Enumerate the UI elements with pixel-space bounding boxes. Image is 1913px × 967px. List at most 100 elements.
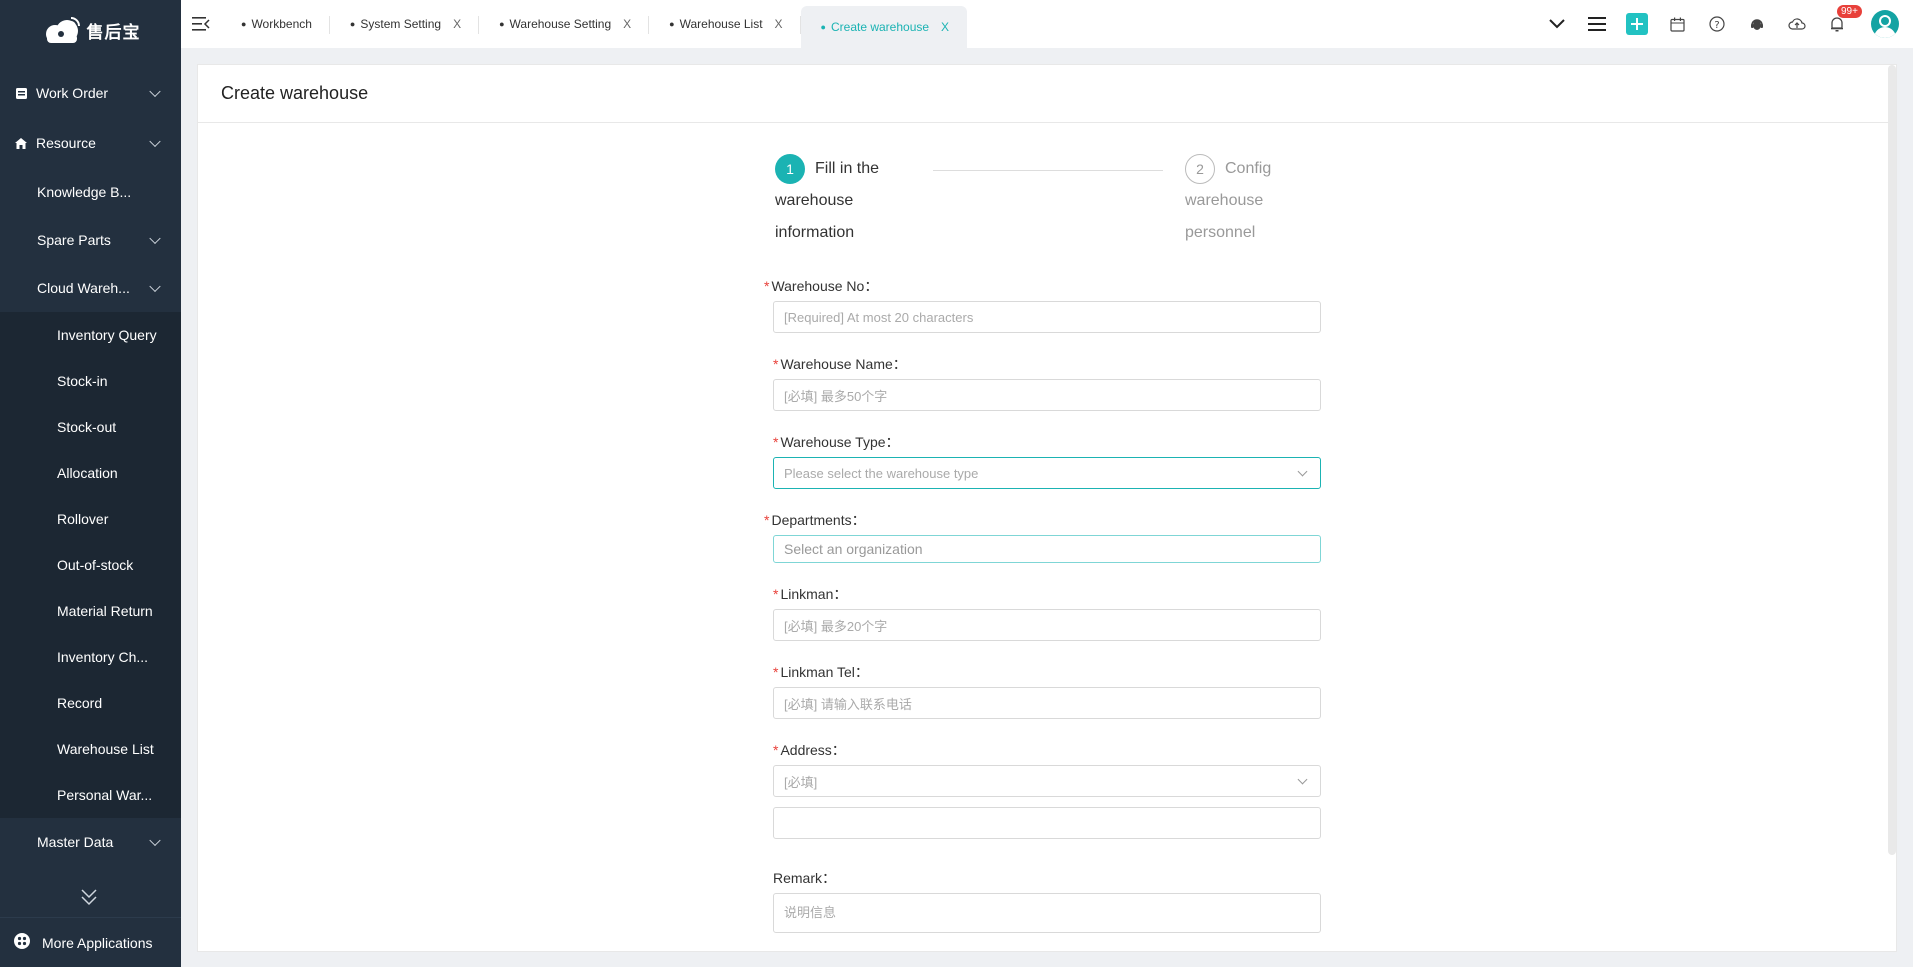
sidebar-item-record[interactable]: Record xyxy=(0,680,181,726)
field-label: * Linkman Tel： xyxy=(764,655,1324,687)
sidebar-item-personal-warehouse[interactable]: Personal War... xyxy=(0,772,181,818)
linkman-input[interactable]: [必填] 最多20个字 xyxy=(773,609,1321,641)
required-mark: * xyxy=(773,434,779,450)
step-title-line: Config xyxy=(1225,160,1272,177)
customer-service-icon[interactable] xyxy=(1737,0,1777,48)
sidebar-item-cloud-warehouse[interactable]: Cloud Wareh... xyxy=(0,264,181,312)
sidebar-item-material-return[interactable]: Material Return xyxy=(0,588,181,634)
tab-system-setting[interactable]: ● System Setting X xyxy=(330,0,480,48)
close-icon[interactable]: X xyxy=(775,17,783,31)
required-mark: * xyxy=(764,512,770,528)
tab-warehouse-setting[interactable]: ● Warehouse Setting X xyxy=(479,0,650,48)
double-chevron-down-icon[interactable] xyxy=(80,887,98,907)
step-number: 2 xyxy=(1185,153,1215,184)
clipboard-icon xyxy=(14,86,28,100)
field-warehouse-name: * Warehouse Name： [必填] 最多50个字 xyxy=(764,347,1324,411)
sidebar-item-out-of-stock[interactable]: Out-of-stock xyxy=(0,542,181,588)
more-applications-button[interactable]: More Applications xyxy=(0,917,181,967)
sidebar-item-label: Warehouse List xyxy=(57,741,154,757)
field-remark: Remark： 说明信息 xyxy=(764,861,1324,933)
warehouse-no-input[interactable]: [Required] At most 20 characters xyxy=(773,301,1321,333)
sidebar-nav: Work Order Resource Knowledge B... Spare… xyxy=(0,68,181,866)
address-detail-input[interactable] xyxy=(773,807,1321,839)
sidebar-item-label: Inventory Query xyxy=(57,327,157,343)
sidebar-item-stock-out[interactable]: Stock-out xyxy=(0,404,181,450)
tab-warehouse-list[interactable]: ● Warehouse List X xyxy=(649,0,801,48)
sidebar-item-warehouse-list[interactable]: Warehouse List xyxy=(0,726,181,772)
sidebar-item-label: Allocation xyxy=(57,465,118,481)
vertical-scrollbar[interactable] xyxy=(1888,65,1896,855)
field-label: * Warehouse Type： xyxy=(764,425,1324,457)
tab-label: Workbench xyxy=(251,17,312,31)
required-mark: * xyxy=(773,356,779,372)
sidebar-item-resource[interactable]: Resource xyxy=(0,118,181,168)
warehouse-name-input[interactable]: [必填] 最多50个字 xyxy=(773,379,1321,411)
top-toolbar: ? 99+ xyxy=(1537,0,1913,48)
close-icon[interactable]: X xyxy=(453,17,461,31)
input-placeholder: Please select the warehouse type xyxy=(784,465,979,481)
app-logo[interactable]: 售后宝 xyxy=(0,0,181,56)
create-warehouse-form: * Warehouse No： [Required] At most 20 cha… xyxy=(764,269,1324,947)
sidebar-item-inventory-query[interactable]: Inventory Query xyxy=(0,312,181,358)
sidebar: 售后宝 Work Order Resource Knowledge B... S… xyxy=(0,0,181,967)
step-config-personnel: 2 Config warehouse personnel xyxy=(1185,153,1310,249)
user-avatar-button[interactable] xyxy=(1857,0,1913,48)
sidebar-item-label: Knowledge B... xyxy=(37,184,132,200)
sidebar-item-work-order[interactable]: Work Order xyxy=(0,68,181,118)
apps-icon xyxy=(14,933,30,952)
warehouse-type-select[interactable]: Please select the warehouse type xyxy=(773,457,1321,489)
sidebar-item-label: Stock-in xyxy=(57,373,108,389)
menu-icon[interactable] xyxy=(1577,0,1617,48)
notification-bell-icon[interactable]: 99+ xyxy=(1817,0,1862,48)
avatar xyxy=(1871,10,1899,38)
sidebar-item-allocation[interactable]: Allocation xyxy=(0,450,181,496)
address-region-select[interactable]: [必填] xyxy=(773,765,1321,797)
label-text: Warehouse Type： xyxy=(780,434,900,450)
sidebar-item-inventory-check[interactable]: Inventory Ch... xyxy=(0,634,181,680)
chevron-down-icon[interactable] xyxy=(1537,0,1577,48)
cloud-upload-icon[interactable] xyxy=(1777,0,1817,48)
chevron-down-icon xyxy=(149,135,161,148)
home-icon xyxy=(14,136,28,150)
add-button[interactable] xyxy=(1617,0,1657,48)
remark-textarea[interactable]: 说明信息 xyxy=(773,893,1321,933)
label-text: Linkman： xyxy=(780,586,848,602)
tab-create-warehouse[interactable]: ● Create warehouse X xyxy=(800,6,968,48)
svg-text:?: ? xyxy=(1714,20,1719,31)
field-label: * Linkman： xyxy=(764,577,1324,609)
input-placeholder: [必填] xyxy=(784,774,818,790)
menu-fold-icon[interactable] xyxy=(181,0,221,48)
departments-select[interactable]: Select an organization xyxy=(773,535,1321,563)
label-text: Warehouse No： xyxy=(771,278,879,294)
sidebar-item-rollover[interactable]: Rollover xyxy=(0,496,181,542)
sidebar-item-label: Personal War... xyxy=(57,787,153,803)
close-icon[interactable]: X xyxy=(623,17,631,31)
sidebar-item-stock-in[interactable]: Stock-in xyxy=(0,358,181,404)
tab-label: Warehouse List xyxy=(679,17,763,31)
sidebar-item-master-data[interactable]: Master Data xyxy=(0,818,181,866)
required-mark: * xyxy=(773,742,779,758)
label-text: Linkman Tel： xyxy=(780,664,869,680)
field-departments: * Departments： Select an organization xyxy=(764,503,1324,563)
close-icon[interactable]: X xyxy=(941,20,949,34)
field-address: * Address： [必填] xyxy=(764,733,1324,839)
page-title: Create warehouse xyxy=(198,65,1896,123)
sidebar-item-label: Out-of-stock xyxy=(57,557,134,573)
field-linkman-tel: * Linkman Tel： [必填] 请输入联系电话 xyxy=(764,655,1324,719)
top-bar: ● Workbench ● System Setting X ● Warehou… xyxy=(181,0,1913,48)
sidebar-item-label: Resource xyxy=(36,135,96,151)
step-title-line: Fill in the xyxy=(815,160,880,177)
tab-dot-icon: ● xyxy=(349,19,356,29)
help-icon[interactable]: ? xyxy=(1697,0,1737,48)
tab-workbench[interactable]: ● Workbench xyxy=(221,0,330,48)
sidebar-item-spare-parts[interactable]: Spare Parts xyxy=(0,216,181,264)
linkman-tel-input[interactable]: [必填] 请输入联系电话 xyxy=(773,687,1321,719)
sidebar-item-knowledge-base[interactable]: Knowledge B... xyxy=(0,168,181,216)
field-linkman: * Linkman： [必填] 最多20个字 xyxy=(764,577,1324,641)
step-title-line: warehouse xyxy=(1185,192,1264,209)
sidebar-item-label: Inventory Ch... xyxy=(57,649,149,665)
tab-dot-icon: ● xyxy=(499,19,505,29)
field-warehouse-no: * Warehouse No： [Required] At most 20 cha… xyxy=(764,269,1324,333)
calendar-icon[interactable] xyxy=(1657,0,1697,48)
chevron-down-icon xyxy=(149,232,161,245)
